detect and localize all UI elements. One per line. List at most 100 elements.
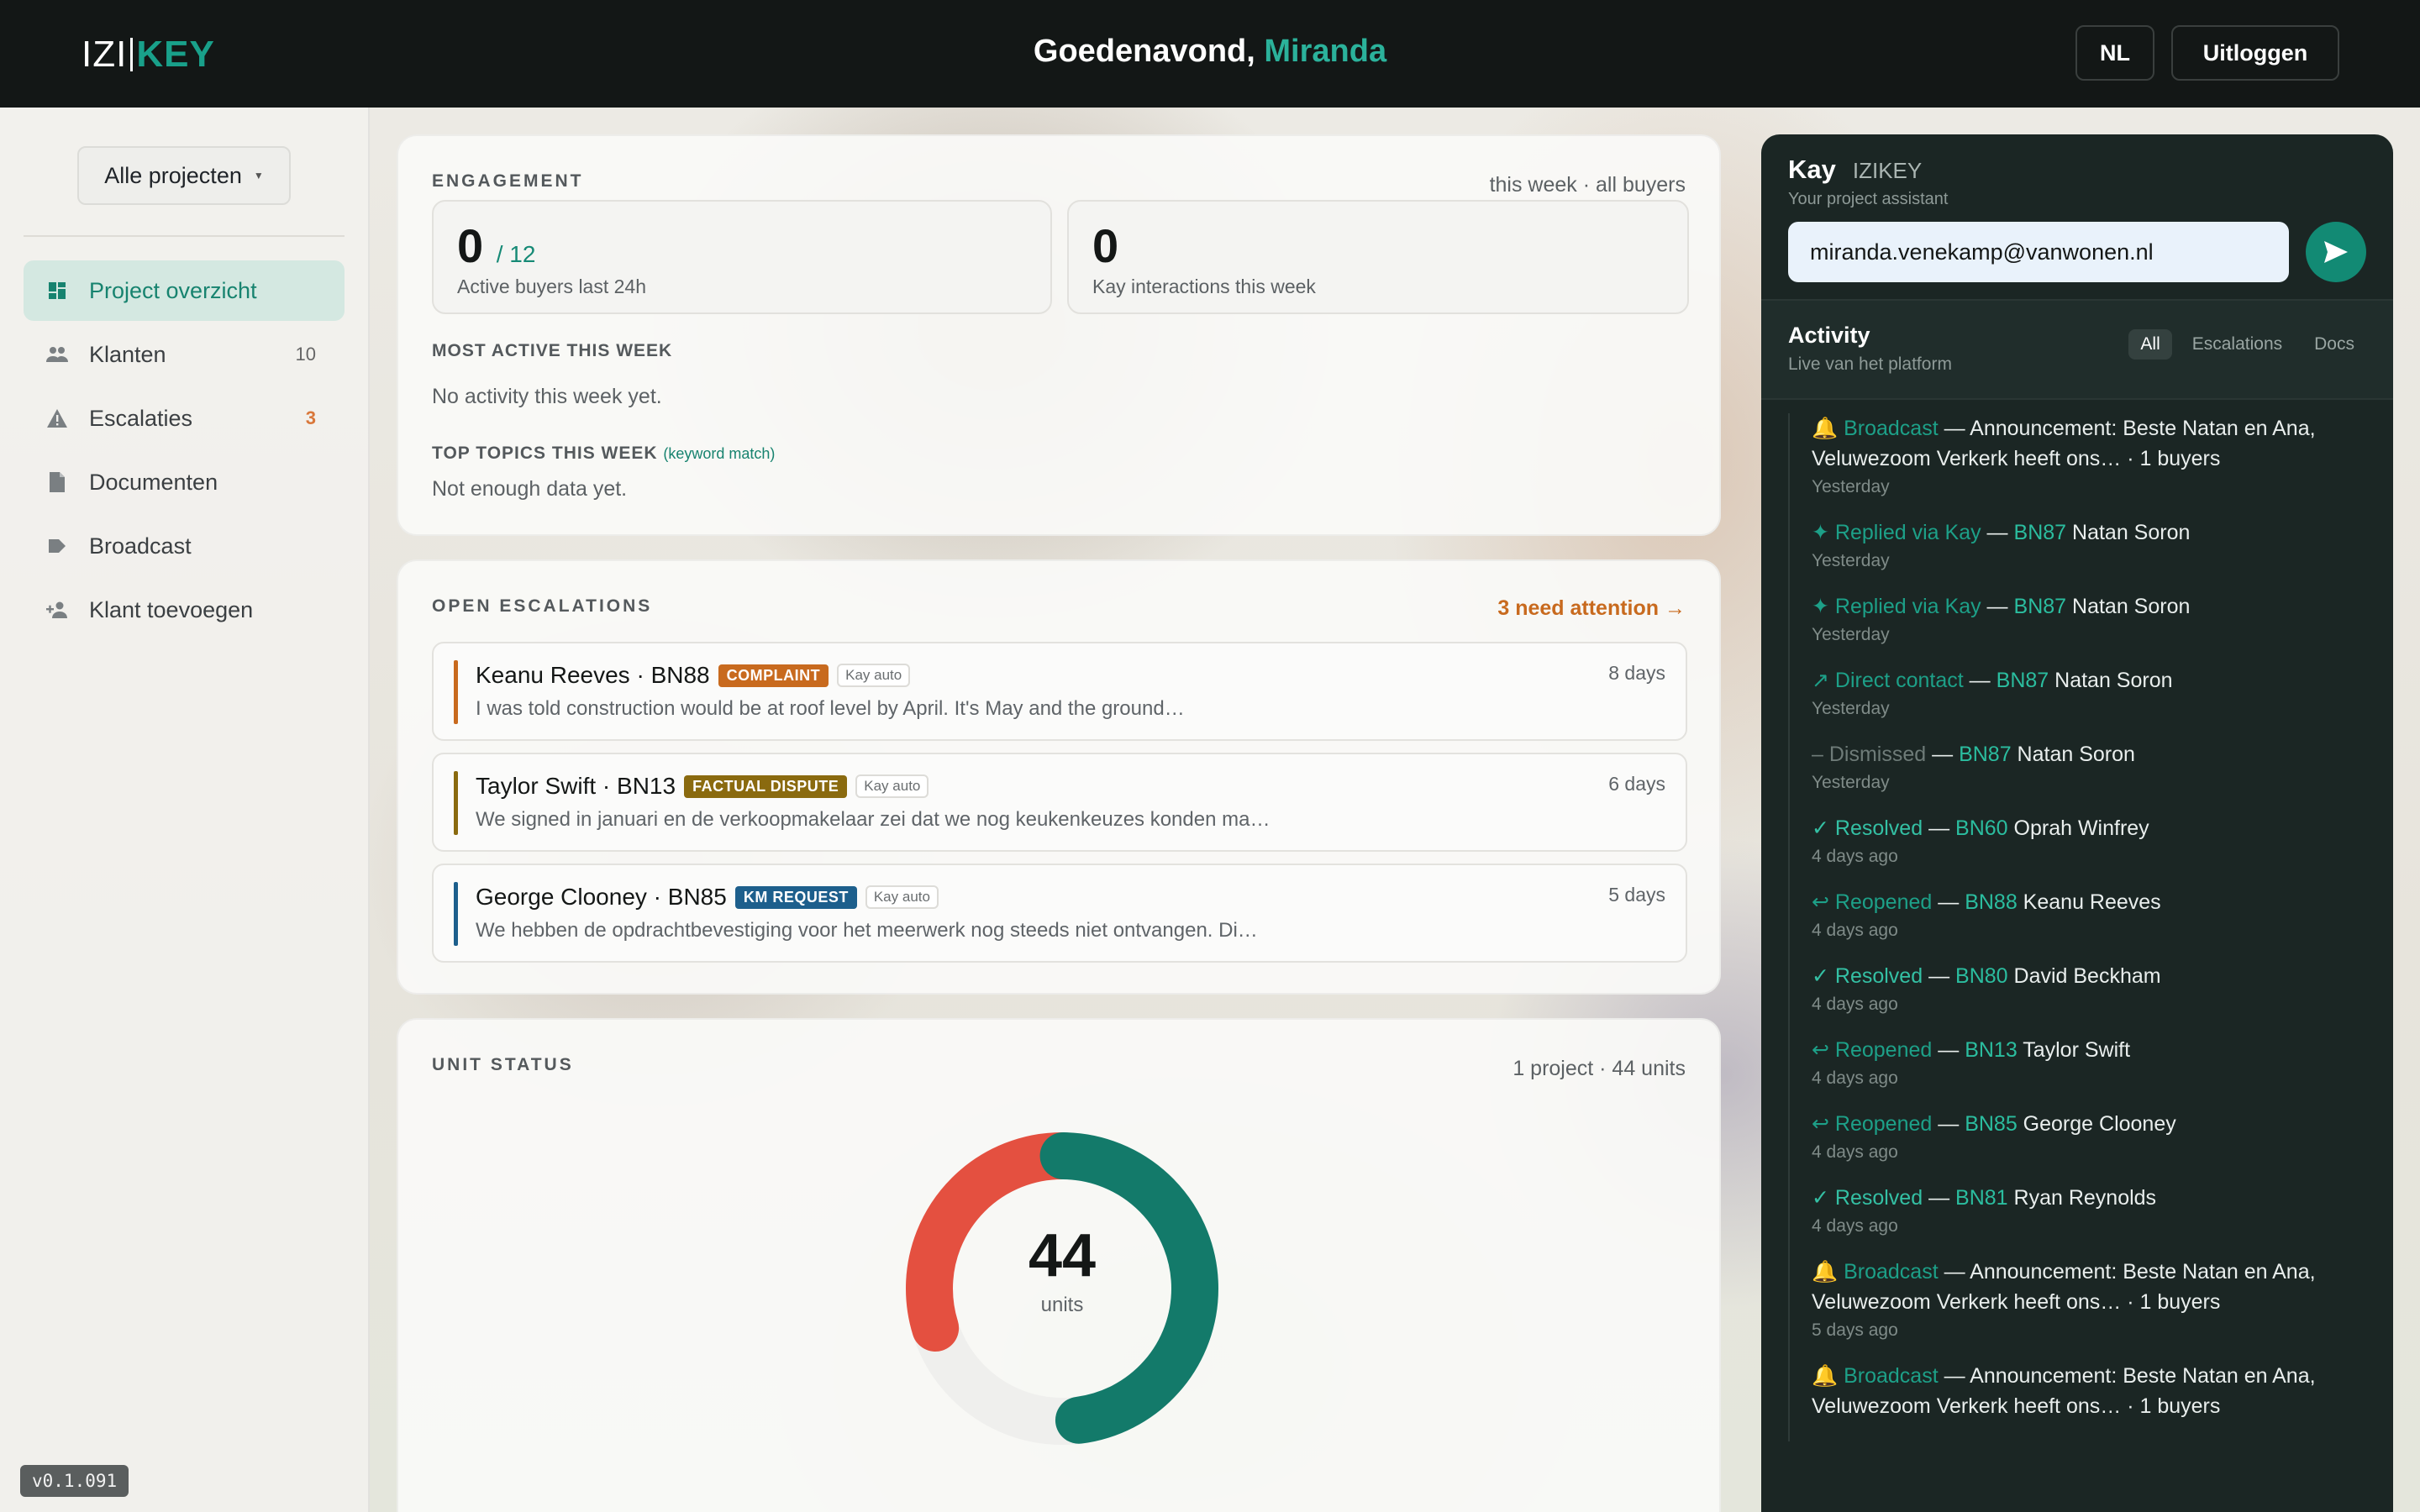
activity-subtitle: Live van het platform <box>1788 354 1952 374</box>
escalaties-count: 3 <box>305 407 316 428</box>
km-request-tag: KM REQUEST <box>734 885 857 909</box>
activity-unit[interactable]: BN85 <box>1965 1112 2018 1136</box>
activity-item[interactable]: ↩ Reopened — BN88 Keanu Reeves 4 days ago <box>1790 887 2376 941</box>
activity-kind: ✓ Resolved <box>1812 964 1923 988</box>
unit-status-donut[interactable]: 44 units <box>902 1129 1222 1448</box>
filter-escalations[interactable]: Escalations <box>2181 329 2294 360</box>
engagement-scope: this week · all buyers <box>1489 173 1686 197</box>
open-escalations-card: OPEN ESCALATIONS 3 need attention → Kean… <box>397 559 1721 995</box>
units-total: 44 <box>1028 1222 1097 1289</box>
sidebar-item-project-overzicht[interactable]: Project overzicht <box>24 260 345 321</box>
activity-kind: 🔔 Broadcast <box>1812 1260 1939 1284</box>
activity-text: Natan Soron <box>2011 743 2135 766</box>
klanten-count: 10 <box>295 344 316 365</box>
kay-input[interactable] <box>1788 222 2289 282</box>
logout-button[interactable]: Uitloggen <box>2171 25 2339 81</box>
activity-item[interactable]: ✦ Replied via Kay — BN87 Natan Soron Yest… <box>1790 517 2376 571</box>
sidebar-item-documenten[interactable]: Documenten <box>24 452 345 512</box>
document-icon <box>45 470 69 494</box>
sidebar-item-broadcast[interactable]: Broadcast <box>24 516 345 576</box>
user-name: Miranda <box>1264 34 1387 69</box>
activity-time: Yesterday <box>1812 551 1890 570</box>
kay-brand: IZIKEY <box>1852 158 1923 183</box>
activity-time: 4 days ago <box>1812 1068 1898 1088</box>
need-attention-link[interactable]: 3 need attention → <box>1497 596 1686 621</box>
activity-kind: 🔔 Broadcast <box>1812 1364 1939 1388</box>
escalation-row[interactable]: Keanu Reeves · BN88 COMPLAINT Kay auto I… <box>432 642 1687 741</box>
activity-item[interactable]: ↩ Reopened — BN85 George Clooney 4 days a… <box>1790 1109 2376 1163</box>
activity-text: Keanu Reeves <box>2017 890 2161 914</box>
broadcast-icon <box>45 534 69 558</box>
activity-time: Yesterday <box>1812 773 1890 792</box>
add-person-icon <box>45 598 69 622</box>
sidebar-divider <box>24 235 345 237</box>
activity-title: Activity <box>1788 323 1870 348</box>
activity-item[interactable]: ✓ Resolved — BN80 David Beckham 4 days ag… <box>1790 961 2376 1015</box>
activity-unit[interactable]: BN60 <box>1955 816 2008 840</box>
kay-interactions-stat: 0 Kay interactions this week <box>1067 200 1689 314</box>
activity-kind: ✓ Resolved <box>1812 816 1923 840</box>
activity-text: Natan Soron <box>2066 595 2191 618</box>
send-icon <box>2324 241 2348 263</box>
activity-item[interactable]: 🔔 Broadcast — Announcement: Beste Natan … <box>1790 1257 2376 1341</box>
activity-time: 4 days ago <box>1812 847 1898 866</box>
kay-auto-tag: Kay auto <box>855 774 929 798</box>
activity-item[interactable]: ✓ Resolved — BN81 Ryan Reynolds 4 days ag… <box>1790 1183 2376 1236</box>
activity-text: Taylor Swift <box>2017 1038 2131 1062</box>
people-icon <box>45 343 69 366</box>
activity-unit[interactable]: BN13 <box>1965 1038 2018 1062</box>
topics-note: (keyword match) <box>663 445 776 462</box>
language-button[interactable]: NL <box>2075 25 2154 81</box>
filter-docs[interactable]: Docs <box>2302 329 2366 360</box>
sidebar-item-escalaties[interactable]: Escalaties 3 <box>24 388 345 449</box>
activity-item[interactable]: ↗ Direct contact — BN87 Natan Soron Yeste… <box>1790 665 2376 719</box>
activity-text: Ryan Reynolds <box>2007 1186 2157 1210</box>
escalation-age: 8 days <box>1608 662 1665 684</box>
kay-interactions-caption: Kay interactions this week <box>1092 276 1316 297</box>
activity-item[interactable]: ✓ Resolved — BN60 Oprah Winfrey 4 days ag… <box>1790 813 2376 867</box>
activity-time: Yesterday <box>1812 625 1890 644</box>
escalation-row[interactable]: Taylor Swift · BN13 FACTUAL DISPUTE Kay … <box>432 753 1687 852</box>
activity-unit[interactable]: BN87 <box>2014 521 2067 544</box>
activity-kind: 🔔 Broadcast <box>1812 417 1939 440</box>
filter-all[interactable]: All <box>2128 329 2172 360</box>
escalation-age: 6 days <box>1608 773 1665 795</box>
top-bar: IZI KEY Goedenavond, Miranda NL Uitloggen <box>0 0 2420 108</box>
activity-unit[interactable]: BN80 <box>1955 964 2008 988</box>
activity-unit[interactable]: BN88 <box>1965 890 2018 914</box>
activity-time: 4 days ago <box>1812 921 1898 940</box>
row-accent <box>454 882 458 946</box>
top-topics-text: Not enough data yet. <box>432 477 628 501</box>
send-button[interactable] <box>2306 222 2366 282</box>
activity-time: 4 days ago <box>1812 1142 1898 1162</box>
greeting: Goedenavond, Miranda <box>1033 34 1387 69</box>
sidebar-item-klanten[interactable]: Klanten 10 <box>24 324 345 385</box>
factual-dispute-tag: FACTUAL DISPUTE <box>684 774 848 798</box>
activity-item[interactable]: ↩ Reopened — BN13 Taylor Swift 4 days ago <box>1790 1035 2376 1089</box>
activity-text: Natan Soron <box>2066 521 2191 544</box>
activity-item[interactable]: 🔔 Broadcast — Announcement: Beste Natan … <box>1790 1361 2376 1421</box>
activity-unit[interactable]: BN87 <box>1996 669 2049 692</box>
activity-kind: ↩ Reopened <box>1812 1112 1933 1136</box>
activity-item[interactable]: – Dismissed — BN87 Natan Soron Yesterday <box>1790 739 2376 793</box>
activity-item[interactable]: 🔔 Broadcast — Announcement: Beste Natan … <box>1790 413 2376 497</box>
activity-feed: 🔔 Broadcast — Announcement: Beste Natan … <box>1788 413 2376 1441</box>
escalation-row[interactable]: George Clooney · BN85 KM REQUEST Kay aut… <box>432 864 1687 963</box>
activity-time: Yesterday <box>1812 477 1890 496</box>
kay-auto-tag: Kay auto <box>865 885 939 909</box>
activity-unit[interactable]: BN81 <box>1955 1186 2008 1210</box>
activity-unit[interactable]: BN87 <box>2014 595 2067 618</box>
escalation-message: We signed in januari en de verkoopmakela… <box>476 808 1270 831</box>
project-select[interactable]: Alle projecten ▼ <box>77 146 291 205</box>
activity-unit[interactable]: BN87 <box>1959 743 2012 766</box>
complaint-tag: COMPLAINT <box>718 664 829 687</box>
activity-kind: ↩ Reopened <box>1812 1038 1933 1062</box>
sidebar-item-klant-toevoegen[interactable]: Klant toevoegen <box>24 580 345 640</box>
activity-item[interactable]: ✦ Replied via Kay — BN87 Natan Soron Yest… <box>1790 591 2376 645</box>
activity-kind: – Dismissed <box>1812 743 1927 766</box>
activity-kind: ↩ Reopened <box>1812 890 1933 914</box>
activity-text: Oprah Winfrey <box>2007 816 2149 840</box>
warning-icon <box>45 407 69 430</box>
activity-text: Natan Soron <box>2049 669 2173 692</box>
activity-kind: ✦ Replied via Kay <box>1812 521 1981 544</box>
